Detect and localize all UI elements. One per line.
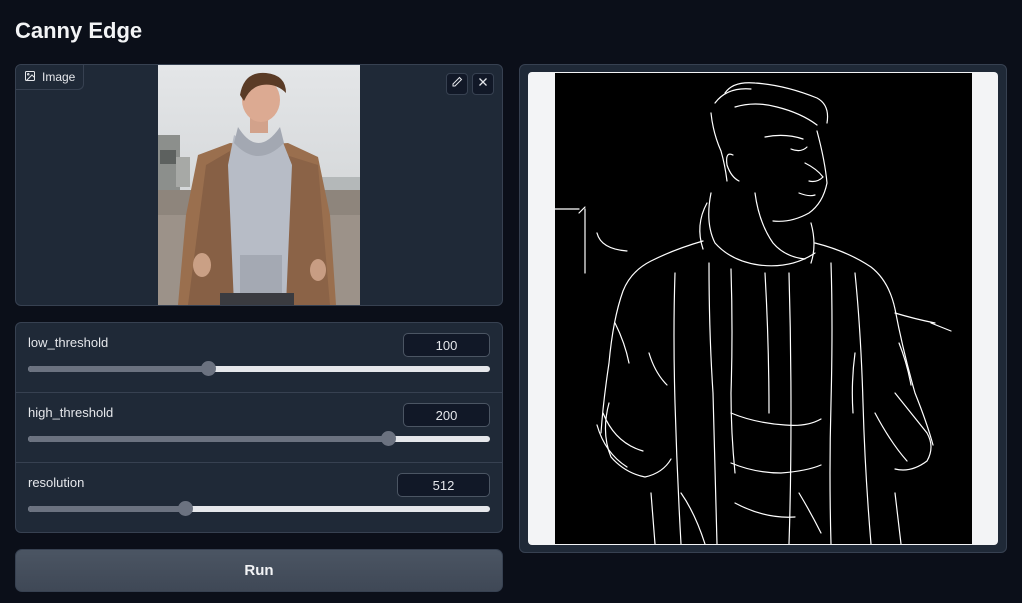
image-label-tag: Image	[16, 65, 85, 90]
low-threshold-thumb[interactable]	[201, 361, 217, 376]
high-threshold-slider-block: high_threshold 200	[16, 392, 502, 462]
high-threshold-input[interactable]: 200	[403, 403, 490, 427]
resolution-label: resolution	[28, 475, 85, 490]
input-photo	[158, 65, 360, 305]
resolution-slider-block: resolution 512	[16, 462, 502, 532]
low-threshold-label: low_threshold	[28, 335, 109, 350]
clear-image-button[interactable]	[472, 73, 494, 95]
low-threshold-track-fill	[28, 366, 209, 372]
run-button[interactable]: Run	[15, 549, 503, 592]
high-threshold-track-fill	[28, 436, 389, 442]
output-image-frame	[528, 72, 998, 545]
input-image-panel[interactable]: Image	[15, 64, 503, 306]
high-threshold-thumb[interactable]	[381, 431, 397, 446]
image-icon	[24, 70, 36, 85]
resolution-track[interactable]	[28, 501, 490, 516]
canny-edge-output-image	[554, 73, 972, 545]
low-threshold-input[interactable]: 100	[403, 333, 490, 357]
image-label-text: Image	[42, 70, 76, 84]
resolution-thumb[interactable]	[178, 501, 194, 516]
low-threshold-track[interactable]	[28, 361, 490, 376]
page-title: Canny Edge	[15, 18, 143, 43]
pencil-icon	[451, 75, 463, 93]
high-threshold-track[interactable]	[28, 431, 490, 446]
edit-image-button[interactable]	[446, 73, 468, 95]
resolution-input[interactable]: 512	[397, 473, 490, 497]
output-image-panel	[519, 64, 1007, 553]
close-icon	[477, 75, 489, 93]
high-threshold-label: high_threshold	[28, 405, 114, 420]
resolution-track-fill	[28, 506, 186, 512]
controls-panel: low_threshold 100 high_threshold 200 res…	[15, 322, 503, 533]
low-threshold-slider-block: low_threshold 100	[16, 323, 502, 392]
